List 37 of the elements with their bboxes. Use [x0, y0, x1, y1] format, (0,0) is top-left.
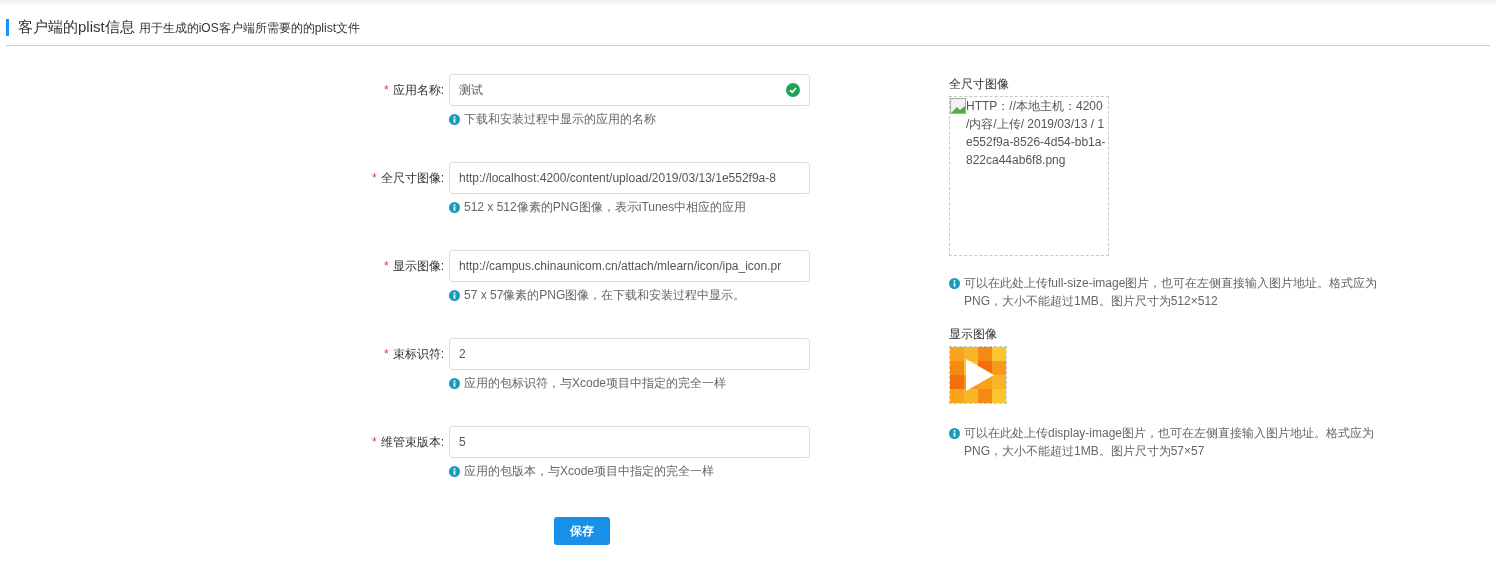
help-text: 57 x 57像素的PNG图像，在下载和安装过程中显示。	[464, 287, 746, 304]
help-text: 应用的包标识符，与Xcode项目中指定的完全一样	[464, 375, 727, 392]
text-input[interactable]: 测试	[449, 74, 810, 106]
help-text: 应用的包版本，与Xcode项目中指定的完全一样	[464, 463, 715, 480]
field-label: 束标识符:	[392, 346, 444, 363]
required-marker: *	[372, 434, 377, 451]
required-marker: *	[384, 346, 389, 363]
info-icon	[449, 290, 460, 301]
info-icon	[949, 428, 960, 439]
field-label: 显示图像:	[392, 258, 444, 275]
info-icon	[949, 278, 960, 289]
text-input[interactable]: http://localhost:4200/content/upload/2019/03/13/1e552f9a-8	[449, 162, 810, 194]
required-marker: *	[384, 82, 389, 99]
help-text: 512 x 512像素的PNG图像，表示iTunes中相应的应用	[464, 199, 747, 216]
info-icon	[449, 202, 460, 213]
required-marker: *	[372, 170, 377, 187]
help-text: 下载和安装过程中显示的应用的名称	[464, 111, 656, 128]
image-label: 全尺寸图像	[949, 76, 1009, 92]
field-label: 应用名称:	[392, 82, 444, 99]
image-dropzone[interactable]: HTTP：//本地主机：4200 /内容/上传/ 2019/03/13 / 1e552f9a-8526-4d54-bb1a-822ca44ab6f8.png	[949, 96, 1109, 256]
info-icon	[449, 466, 460, 477]
text-input[interactable]: 2	[449, 338, 810, 370]
field-label: 维管束版本:	[380, 434, 444, 451]
broken-image-text: HTTP：//本地主机：4200 /内容/上传/ 2019/03/13 / 1e552f9a-8526-4d54-bb1a-822ca44ab6f8.png	[966, 98, 1107, 169]
broken-image-icon	[950, 98, 966, 114]
check-icon	[786, 83, 800, 97]
image-label: 显示图像	[949, 326, 997, 342]
section-title: 客户端的plist信息	[18, 18, 135, 36]
info-icon	[449, 378, 460, 389]
section-subtitle: 用于生成的iOS客户端所需要的的plist文件	[138, 20, 361, 36]
text-input[interactable]: 5	[449, 426, 810, 458]
text-input[interactable]: http://campus.chinaunicom.cn/attach/mlearn/icon/ipa_icon.pr	[449, 250, 810, 282]
field-label: 全尺寸图像:	[380, 170, 444, 187]
upload-hint: 可以在此处上传display-image图片，也可在左侧直接输入图片地址。格式应为PNG，大小不能超过1MB。图片尺寸为57×57	[964, 425, 1376, 460]
upload-hint: 可以在此处上传full-size-image图片，也可在左侧直接输入图片地址。格式应为PNG，大小不能超过1MB。图片尺寸为512×512	[964, 275, 1379, 310]
info-icon	[449, 114, 460, 125]
required-marker: *	[384, 258, 389, 275]
